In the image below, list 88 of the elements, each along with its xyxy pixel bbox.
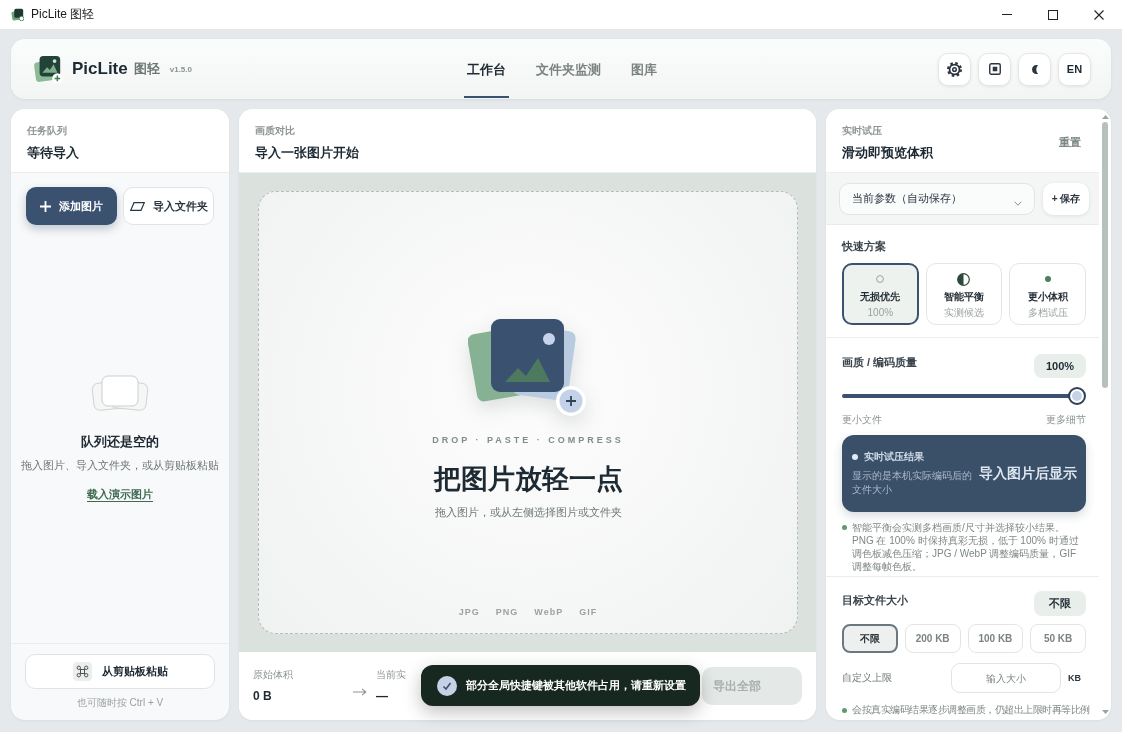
slider-min-label: 更小文件 (842, 414, 882, 426)
scheme-option[interactable]: 智能平衡 实测候选 (925, 263, 1003, 325)
stacked-cards-icon (90, 373, 150, 414)
section-title: 目标文件大小 (842, 593, 908, 607)
command-key-icon (72, 662, 92, 681)
empty-state-text: 拖入图片、导入文件夹，或从剪贴板粘贴 (21, 457, 219, 472)
format-label: JPG (458, 607, 480, 617)
panel-title: 等待导入 (27, 144, 80, 161)
half-circle-icon (957, 272, 971, 286)
app-subtitle: 图轻 (133, 60, 160, 78)
reset-button[interactable]: 重置 (1059, 134, 1081, 150)
stat-label: 原始体积 (253, 669, 293, 681)
plus-icon (40, 200, 51, 212)
scheme-option[interactable]: 更小体积 多档试压 (1009, 263, 1086, 325)
slider-thumb[interactable] (1068, 387, 1086, 405)
panel-title: 滑动即预览体积 (842, 144, 933, 161)
square-icon (988, 63, 1001, 75)
size-option[interactable]: 50 KB (1030, 624, 1086, 653)
result-title: 实时试压结果 (864, 450, 924, 463)
nav-tab[interactable]: 图库 (628, 39, 660, 98)
minimize-icon (1002, 14, 1012, 15)
add-images-button[interactable]: 添加图片 (26, 187, 117, 225)
panel-title: 导入一张图片开始 (255, 144, 360, 161)
paste-button[interactable]: 从剪贴板粘贴 (25, 654, 215, 689)
slider-max-label: 更多细节 (1046, 414, 1086, 426)
version-label: v1.5.0 (169, 64, 192, 74)
size-option[interactable]: 100 KB (967, 624, 1024, 653)
target-size-badge: 不限 (1034, 591, 1086, 616)
app-logo-icon (33, 54, 63, 84)
tagline: DROP · PASTE · COMPRESS (432, 435, 624, 446)
stat-value: — (376, 689, 388, 703)
result-description: 显示的是本机实际编码后的文件大小 (852, 468, 973, 497)
shortcut-hint: 也可随时按 Ctrl + V (76, 697, 164, 709)
panel-caption: 画质对比 (255, 124, 296, 137)
format-label: GIF (579, 607, 598, 617)
chevron-down-icon (1014, 201, 1022, 206)
drop-zone[interactable]: DROP · PASTE · COMPRESS 把图片放轻一点 拖入图片，或从左侧选择图片或文件夹 JPG PNG WebP GIF (258, 191, 798, 634)
section-title: 快速方案 (842, 239, 887, 253)
toast-message: 部分全局快捷键被其他软件占用，请重新设置 (466, 678, 686, 693)
format-label: WebP (534, 607, 564, 617)
size-input[interactable]: 输入大小 (951, 663, 1061, 693)
stat-value: 0 B (253, 689, 272, 703)
panel-caption: 实时试压 (842, 124, 883, 137)
settings-icon (947, 61, 962, 77)
drop-title: 把图片放轻一点 (433, 463, 623, 496)
quality-slider[interactable] (842, 387, 1086, 405)
app-name: PicLite (72, 59, 128, 79)
size-option[interactable]: 200 KB (904, 624, 961, 653)
scroll-down-icon[interactable] (1101, 710, 1109, 714)
format-label: PNG (495, 607, 519, 617)
settings-button[interactable] (938, 52, 971, 86)
scrollbar-thumb[interactable] (1102, 122, 1108, 388)
app-logo-icon (11, 8, 24, 21)
panel-caption: 任务队列 (27, 124, 68, 137)
preset-dropdown[interactable]: 当前参数（自动保存） (839, 182, 1035, 215)
empty-state-title: 队列还是空的 (81, 433, 159, 450)
check-circle-icon (437, 675, 457, 696)
result-value: 导入图片后显示 (979, 464, 1077, 483)
language-button[interactable]: EN (1058, 52, 1091, 86)
unit-label: KB (1068, 673, 1081, 683)
dot-icon (1044, 276, 1051, 282)
save-preset-button[interactable]: + 保存 (1043, 182, 1089, 215)
bullet-dot-icon (842, 707, 847, 713)
parallelogram-icon (129, 201, 145, 211)
window-title: PicLite 图轻 (31, 6, 95, 23)
arrow-right-icon (353, 688, 367, 696)
ring-icon (876, 275, 885, 283)
section-title: 画质 / 编码质量 (842, 355, 918, 369)
target-note: 会按真实编码结果逐步调整画质，仍超出上限时再等比例 (852, 703, 1091, 717)
nav-tab[interactable]: 工作台 (464, 39, 509, 98)
bullet-dot-icon (842, 525, 847, 530)
window-mode-button[interactable] (978, 52, 1011, 86)
maximize-icon (1048, 9, 1058, 20)
drop-hint: 拖入图片，或从左侧选择图片或文件夹 (434, 505, 622, 519)
custom-limit-label: 自定义上限 (842, 671, 892, 685)
stat-label: 当前实 (376, 669, 406, 681)
status-dot-icon (852, 453, 858, 460)
moon-icon (1031, 64, 1038, 74)
quality-note: 智能平衡会实测多档画质/尺寸并选择较小结果。PNG 在 100% 时保持真彩无损，低于 100% 时通过调色板减色压缩；JPG / WebP 调整编码质量，GIF 调整每帧色板。 (852, 521, 1080, 573)
close-icon (1094, 9, 1104, 20)
scroll-up-icon[interactable] (1101, 115, 1109, 119)
size-option[interactable]: 不限 (842, 624, 898, 653)
nav-tab[interactable]: 文件夹监测 (533, 39, 604, 98)
quality-value-badge: 100% (1034, 354, 1086, 378)
theme-button[interactable] (1018, 52, 1051, 86)
import-folder-button[interactable]: 导入文件夹 (123, 187, 214, 225)
demo-images-link[interactable]: 载入演示图片 (87, 486, 153, 501)
scheme-option[interactable]: 无损优先 100% (842, 263, 919, 325)
